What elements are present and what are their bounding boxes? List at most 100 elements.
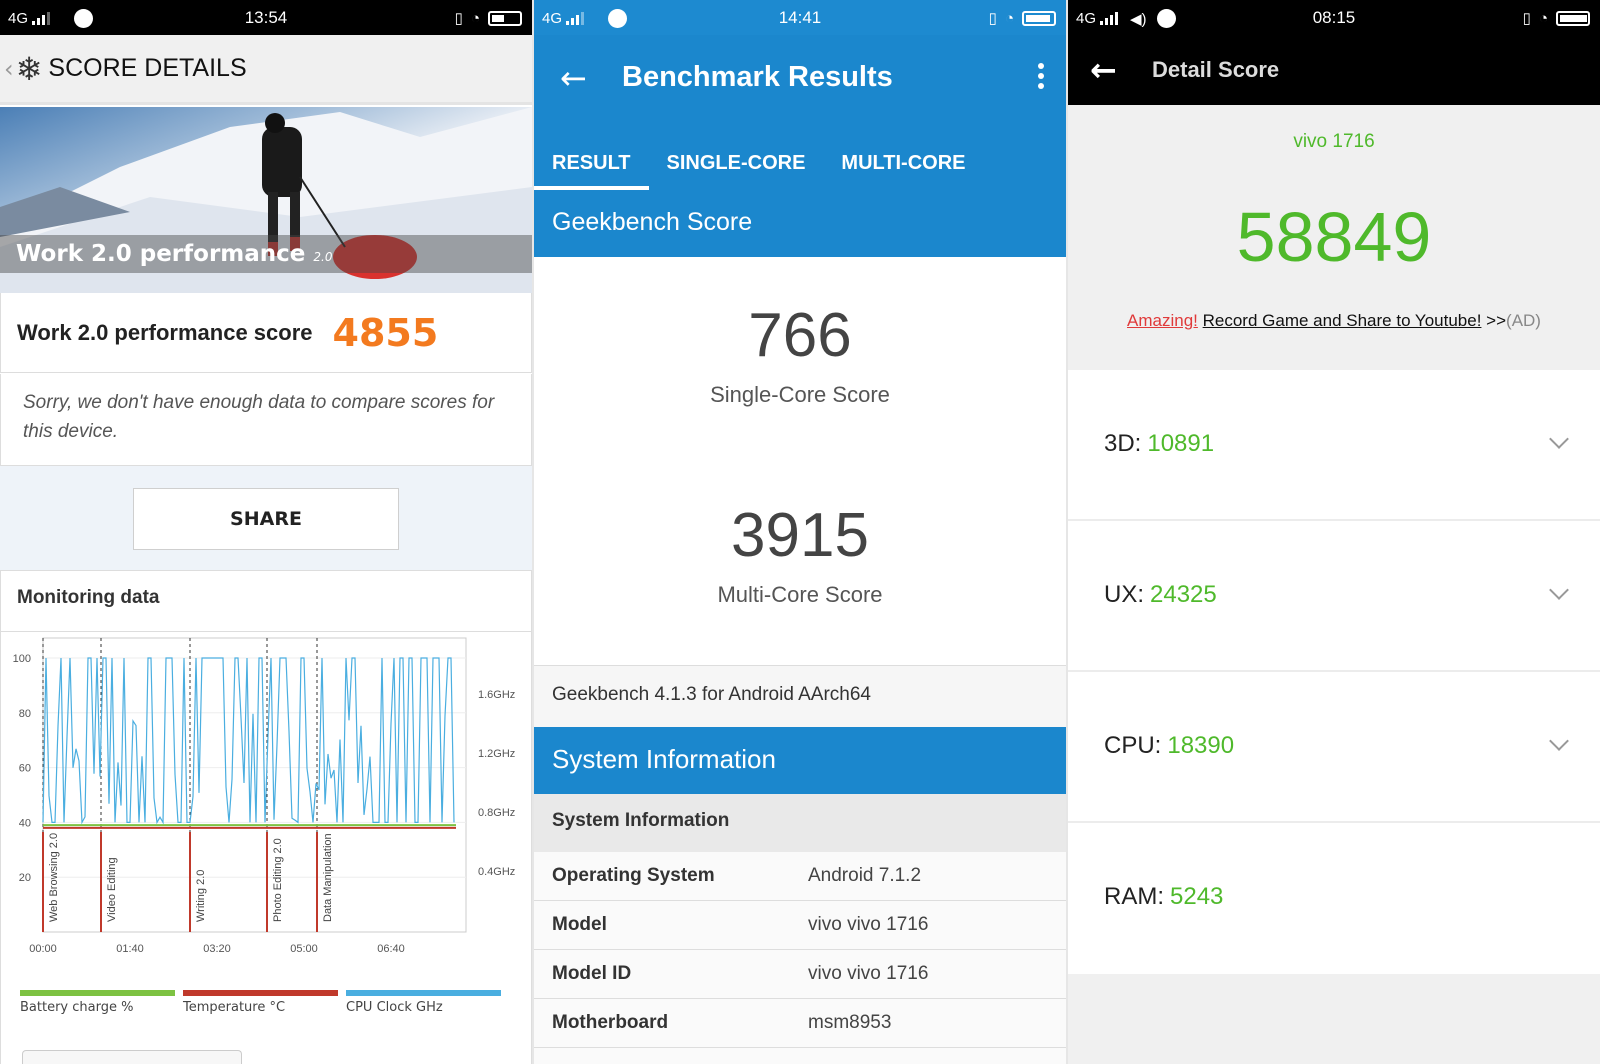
single-core-label: Single-Core Score [710, 382, 890, 407]
ad-banner[interactable]: Amazing! Record Game and Share to Youtub… [1068, 311, 1600, 331]
x-tick-label: 01:40 [116, 943, 144, 955]
total-score-panel: vivo 1716 58849 Amazing! Record Game and… [1068, 105, 1600, 370]
row-value: vivo vivo 1716 [808, 963, 929, 984]
wifi-icon: ◔ [470, 9, 480, 27]
section-label: Web Browsing 2.0 [48, 833, 60, 922]
hero-title: Work 2.0 performance [16, 241, 306, 267]
row-value: msm8953 [808, 1012, 892, 1033]
tab-multi-core[interactable]: MULTI-CORE [823, 133, 983, 190]
score-row-3d[interactable]: 3D: 10891 [1068, 370, 1600, 521]
status-time: 14:41 [778, 8, 822, 27]
y-tick-label: 20 [19, 872, 31, 884]
page-title: Detail Score [1152, 57, 1280, 82]
legend-swatch [346, 990, 501, 996]
tab-result[interactable]: RESULT [534, 133, 649, 190]
share-area: SHARE [0, 466, 532, 570]
legend-label: Battery charge % [20, 1000, 134, 1015]
legend-label: Temperature °C [183, 1000, 286, 1015]
score-value: 4855 [332, 310, 439, 355]
section-title: Geekbench Score [534, 190, 1066, 257]
status-bar: 4G ◀) 08:15 ▯ ◔ [1068, 0, 1600, 35]
y-tick-label: 100 [13, 653, 31, 665]
pcmark-screen: 4G 13:54 ▯ ◔ ‹ ❄ SCORE DETAILS Work 2.0 p… [0, 0, 532, 1064]
row-key: Operating System [552, 865, 715, 886]
status-time: 13:54 [244, 8, 288, 27]
score-value: 5243 [1170, 883, 1224, 910]
ad-arrows: >> [1486, 311, 1507, 330]
ad-amazing[interactable]: Amazing! [1127, 311, 1198, 330]
legend-swatch [20, 990, 175, 996]
x-tick-label: 03:20 [203, 943, 231, 955]
x-tick-label: 05:00 [290, 943, 318, 955]
y2-tick-label: 1.6GHz [478, 689, 515, 701]
sysinfo-header: System Information [534, 727, 1066, 794]
overflow-menu-icon[interactable] [1038, 63, 1044, 89]
back-arrow-icon[interactable]: ← [1090, 51, 1117, 89]
row-key: Model ID [552, 963, 632, 984]
wifi-icon: ◔ [1004, 9, 1014, 27]
section-label: Data Manipulation [322, 833, 334, 922]
app-bar: ← Benchmark Results RESULT SINGLE-CORE M… [534, 35, 1066, 190]
section-label: Writing 2.0 [195, 870, 207, 922]
single-core-value: 766 [748, 301, 852, 370]
monitoring-chart-svg: 100 80 60 40 20 1.6GHz 1.2GHz 0.8GHz 0.4GHz 00:00… [13, 637, 515, 955]
table-row: Motherboard msm8953 [534, 999, 1066, 1048]
total-score: 58849 [1236, 198, 1432, 276]
score-row-cpu[interactable]: CPU: 18390 [1068, 672, 1600, 823]
chevron-down-icon[interactable] [1549, 731, 1569, 751]
share-button[interactable]: SHARE [133, 488, 399, 550]
hero-version: 2.0 [313, 250, 333, 264]
battery-icon [488, 10, 522, 26]
geekbench-screen: 4G 14:41 ▯ ◔ ← Benchmark Results RESULT S… [534, 0, 1066, 1064]
hero-image: Work 2.0 performance 2.0 [0, 107, 532, 293]
chevron-down-icon[interactable] [1549, 429, 1569, 449]
y-tick-label: 60 [19, 763, 31, 775]
table-row: Model vivo vivo 1716 [534, 901, 1066, 950]
ad-tag: (AD) [1506, 311, 1541, 330]
row-key: Model [552, 914, 607, 935]
y2-tick-label: 0.4GHz [478, 866, 515, 878]
back-chevron-icon[interactable]: ‹ [4, 55, 14, 83]
x-tick-label: 06:40 [377, 943, 405, 955]
ad-link[interactable]: Record Game and Share to Youtube! [1203, 311, 1482, 330]
legend-swatch [183, 990, 338, 996]
score-key: 3D: [1104, 430, 1142, 457]
version-text: Geekbench 4.1.3 for Android AArch64 [534, 665, 1066, 727]
score-value: 24325 [1150, 581, 1217, 608]
compare-message: Sorry, we don't have enough data to comp… [0, 374, 532, 466]
app-header: ‹ ❄ SCORE DETAILS [0, 35, 532, 105]
back-arrow-icon[interactable]: ← [560, 59, 587, 97]
score-key: RAM: [1104, 883, 1164, 910]
row-key: Motherboard [552, 1012, 669, 1033]
bottom-tab[interactable] [22, 1050, 242, 1064]
row-value: Android 7.1.2 [808, 865, 922, 886]
chart-legend: Battery charge % Temperature °C CPU Clock … [20, 990, 501, 1015]
sysinfo-subheader: System Information [534, 794, 1066, 852]
table-row [534, 1048, 1066, 1064]
x-tick-label: 00:00 [29, 943, 57, 955]
tab-single-core[interactable]: SINGLE-CORE [649, 133, 824, 190]
y2-tick-label: 1.2GHz [478, 748, 515, 760]
chevron-down-icon[interactable] [1549, 580, 1569, 600]
device-name: vivo 1716 [1293, 131, 1375, 152]
score-value: 18390 [1167, 732, 1235, 759]
multi-core-value: 3915 [731, 501, 869, 570]
status-bar: 4G 14:41 ▯ ◔ [534, 0, 1066, 35]
battery-icon [1022, 10, 1056, 26]
page-title: Benchmark Results [622, 61, 893, 93]
score-row: Work 2.0 performance score 4855 [0, 293, 532, 373]
snowflake-logo-icon: ❄ [15, 49, 43, 88]
tab-bar: RESULT SINGLE-CORE MULTI-CORE [534, 133, 983, 190]
row-value: vivo vivo 1716 [808, 914, 929, 935]
legend-item: Temperature °C [183, 990, 338, 1015]
page-title: SCORE DETAILS [48, 54, 247, 82]
score-row-ram[interactable]: RAM: 5243 [1068, 823, 1600, 974]
section-label: Photo Editing 2.0 [272, 838, 284, 922]
battery-icon [1556, 10, 1590, 26]
multi-core-label: Multi-Core Score [717, 582, 883, 607]
vibrate-icon: ▯ [454, 10, 463, 27]
status-bar: 4G 13:54 ▯ ◔ [0, 0, 532, 35]
monitoring-title: Monitoring data [0, 570, 532, 632]
app-bar: ← Detail Score [1068, 35, 1600, 105]
score-row-ux[interactable]: UX: 24325 [1068, 521, 1600, 672]
